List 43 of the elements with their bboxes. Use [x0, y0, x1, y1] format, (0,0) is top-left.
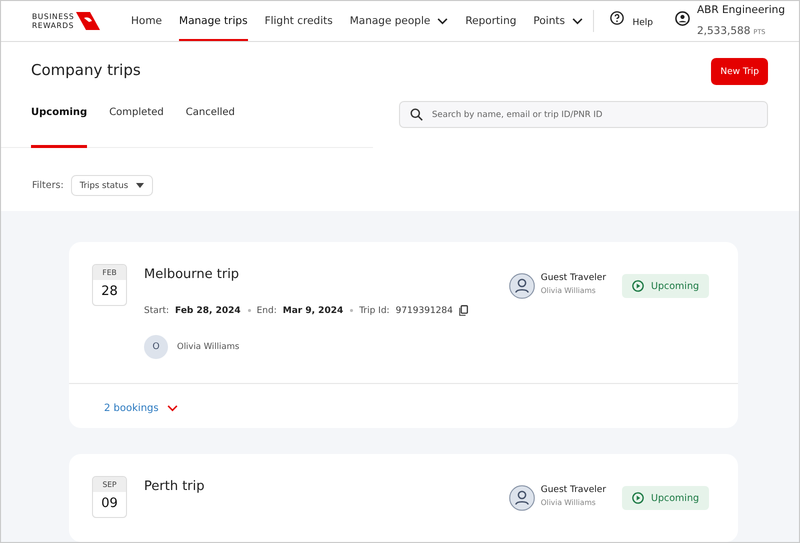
search-field[interactable]: Search by name, email or trip ID/PNR ID: [399, 101, 768, 128]
status-text: Upcoming: [651, 280, 699, 292]
trip-title: Melbourne trip: [144, 267, 240, 282]
date-day: 09: [93, 492, 126, 517]
trip-id-value: 9719391284: [396, 306, 453, 316]
play-circle-icon: [632, 492, 644, 504]
kangaroo-logo-icon: [76, 12, 100, 30]
tab[interactable]: Upcoming: [31, 100, 88, 148]
play-circle-icon: [632, 280, 644, 292]
nav-link[interactable]: Flight credits: [264, 1, 333, 41]
tab[interactable]: Cancelled: [186, 100, 235, 148]
guest-avatar-icon: [508, 273, 535, 299]
nav-link[interactable]: Home: [131, 1, 162, 41]
traveler-avatar: O: [144, 335, 168, 359]
end-date-label: End:: [256, 306, 277, 316]
status-text: Upcoming: [651, 492, 699, 504]
page-title: Company trips: [31, 61, 141, 79]
tab[interactable]: Completed: [109, 100, 164, 148]
guest-avatar-icon: [508, 485, 535, 511]
traveler-name: Olivia Williams: [177, 342, 240, 352]
caret-icon: [136, 183, 144, 188]
nav-link[interactable]: Reporting: [465, 1, 516, 41]
start-date-label: Start:: [144, 306, 170, 316]
trip-title: Perth trip: [144, 479, 206, 494]
help-icon: [610, 11, 624, 25]
copy-icon[interactable]: [458, 305, 468, 316]
start-date-value: Feb 28, 2024: [175, 306, 241, 316]
filters-label: Filters:: [32, 180, 64, 191]
new-trip-button[interactable]: New Trip: [711, 58, 768, 85]
date-day: 28: [93, 280, 126, 305]
guest-traveler-label: Guest Traveler: [540, 273, 606, 283]
trip-id-label: Trip Id:: [359, 306, 390, 316]
nav-link[interactable]: Points: [533, 1, 583, 41]
chevron-down-icon: [166, 405, 178, 412]
end-date-value: Mar 9, 2024: [282, 306, 344, 316]
bookings-toggle[interactable]: 2 bookings: [104, 403, 178, 414]
points-balance: 2,533,588: [696, 25, 750, 37]
account-icon: [674, 10, 690, 26]
account-name: ABR Engineering: [696, 4, 785, 16]
trips-status-dropdown[interactable]: Trips status: [70, 175, 154, 196]
guest-traveler-label: Guest Traveler: [540, 485, 606, 495]
help-link[interactable]: Help: [610, 1, 653, 41]
nav-link[interactable]: Manage people: [350, 1, 448, 41]
